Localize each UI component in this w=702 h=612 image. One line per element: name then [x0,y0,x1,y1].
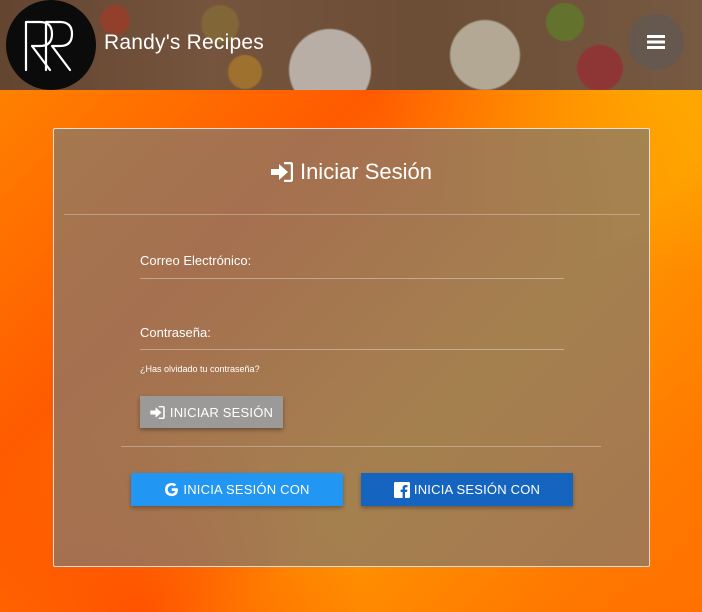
divider [64,214,640,215]
email-underline [140,278,564,279]
forgot-password-link[interactable]: ¿Has olvidado tu contraseña? [140,364,260,374]
login-button-label: INICIAR SESIÓN [169,404,274,420]
google-icon [164,482,179,497]
sign-in-icon [150,405,165,419]
divider [121,446,601,447]
google-login-label: INICIA SESIÓN CON [183,482,310,497]
site-logo[interactable] [6,0,96,90]
menu-button[interactable] [628,14,684,70]
sign-in-icon [270,162,293,182]
google-login-button[interactable]: INICIA SESIÓN CON [131,473,343,506]
facebook-icon [393,481,410,498]
email-field[interactable] [140,255,564,277]
login-title: Iniciar Sesión [54,159,649,185]
login-title-text: Iniciar Sesión [299,159,433,184]
login-card: Iniciar Sesión Correo Electrónico: Contr… [53,128,650,567]
hamburger-menu-icon [647,35,665,49]
rr-logo-icon [24,20,74,72]
facebook-login-label: INICIA SESIÓN CON [413,482,541,497]
header-banner: Randy's Recipes [0,0,702,90]
password-underline [140,349,564,350]
facebook-login-button[interactable]: INICIA SESIÓN CON [361,473,573,506]
site-title[interactable]: Randy's Recipes [104,31,264,55]
login-button[interactable]: INICIAR SESIÓN [140,396,283,428]
password-field[interactable] [140,327,564,349]
